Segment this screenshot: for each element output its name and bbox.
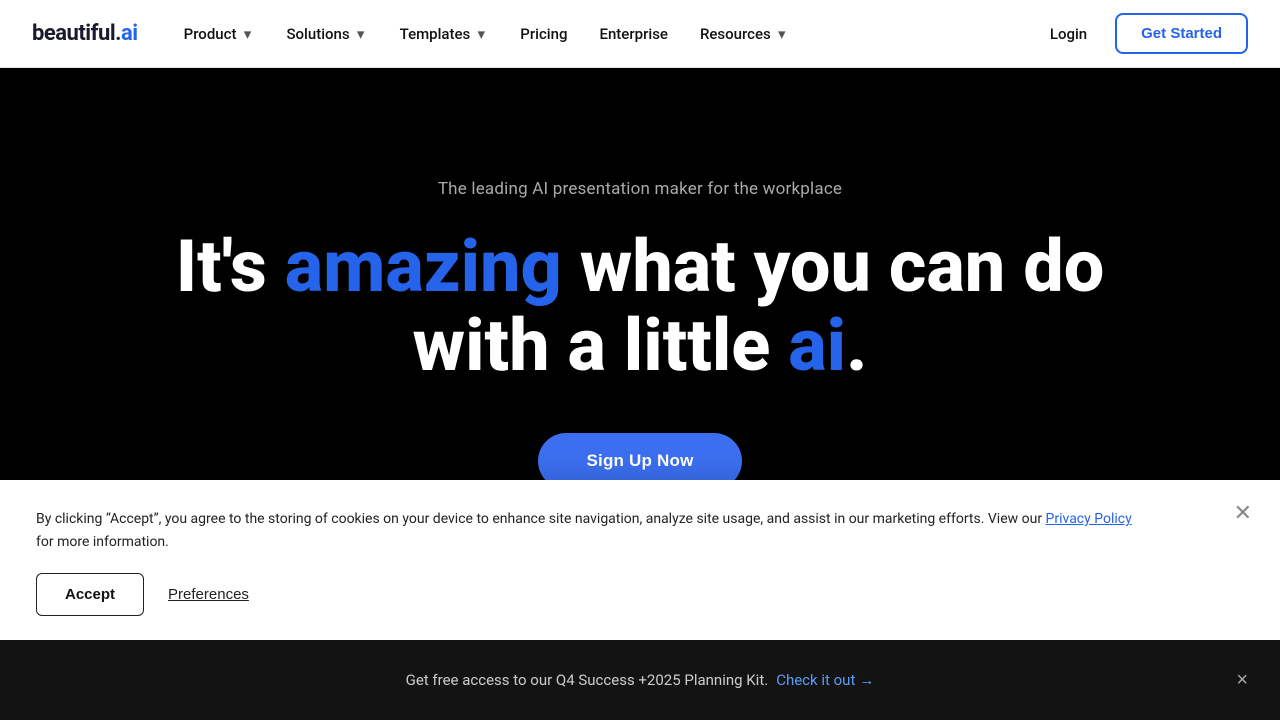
nav-item-pricing-label: Pricing: [520, 25, 567, 43]
chevron-down-icon: ▾: [474, 27, 488, 41]
check-it-out-label: Check it out: [776, 671, 855, 689]
get-started-button[interactable]: Get Started: [1115, 13, 1248, 54]
cookie-actions: Accept Preferences: [36, 573, 1244, 616]
hero-headline: It's amazing what you can do with a litt…: [176, 227, 1105, 385]
nav-item-enterprise[interactable]: Enterprise: [585, 17, 681, 51]
headline-text-1: It's: [176, 224, 285, 309]
bottom-banner-text: Get free access to our Q4 Success +2025 …: [406, 671, 769, 689]
cookie-banner: ✕ By clicking “Accept”, you agree to the…: [0, 480, 1280, 640]
logo-text: beautiful.ai: [32, 21, 138, 46]
nav-items: Product ▾ Solutions ▾ Templates ▾ Pricin…: [170, 17, 1038, 51]
arrow-icon: →: [859, 671, 874, 689]
chevron-down-icon: ▾: [240, 27, 254, 41]
nav-item-solutions[interactable]: Solutions ▾: [272, 17, 381, 51]
nav-item-resources-label: Resources: [700, 25, 771, 43]
cookie-accept-button[interactable]: Accept: [36, 573, 144, 616]
bottom-banner: Get free access to our Q4 Success +2025 …: [0, 640, 1280, 720]
navbar: beautiful.ai Product ▾ Solutions ▾ Templ…: [0, 0, 1280, 68]
headline-ai: ai: [788, 303, 846, 388]
headline-text-3: with a little: [413, 303, 789, 388]
privacy-policy-label: Privacy Policy: [1046, 511, 1132, 527]
nav-item-templates[interactable]: Templates ▾: [386, 17, 503, 51]
nav-item-resources[interactable]: Resources ▾: [686, 17, 803, 51]
privacy-policy-link[interactable]: Privacy Policy: [1046, 511, 1132, 527]
nav-item-enterprise-label: Enterprise: [599, 25, 667, 43]
headline-period: .: [846, 303, 867, 388]
nav-item-product-label: Product: [184, 25, 237, 43]
login-link[interactable]: Login: [1038, 17, 1099, 51]
nav-item-templates-label: Templates: [400, 25, 471, 43]
nav-item-solutions-label: Solutions: [286, 25, 349, 43]
check-it-out-link[interactable]: Check it out →: [776, 671, 874, 689]
nav-actions: Login Get Started: [1038, 13, 1248, 54]
logo[interactable]: beautiful.ai: [32, 21, 138, 46]
cookie-text: By clicking “Accept”, you agree to the s…: [36, 508, 1136, 553]
cookie-close-button[interactable]: ✕: [1234, 500, 1252, 526]
chevron-down-icon: ▾: [354, 27, 368, 41]
cookie-text-end: for more information.: [36, 534, 169, 550]
cookie-text-start: By clicking “Accept”, you agree to the s…: [36, 511, 1046, 527]
cookie-preferences-button[interactable]: Preferences: [168, 586, 249, 603]
headline-amazing: amazing: [285, 224, 562, 309]
bottom-banner-close-button[interactable]: ×: [1236, 670, 1248, 690]
nav-item-product[interactable]: Product ▾: [170, 17, 269, 51]
hero-subtitle: The leading AI presentation maker for th…: [438, 179, 842, 199]
nav-item-pricing[interactable]: Pricing: [506, 17, 581, 51]
chevron-down-icon: ▾: [775, 27, 789, 41]
headline-text-2: what you can do: [562, 224, 1104, 309]
